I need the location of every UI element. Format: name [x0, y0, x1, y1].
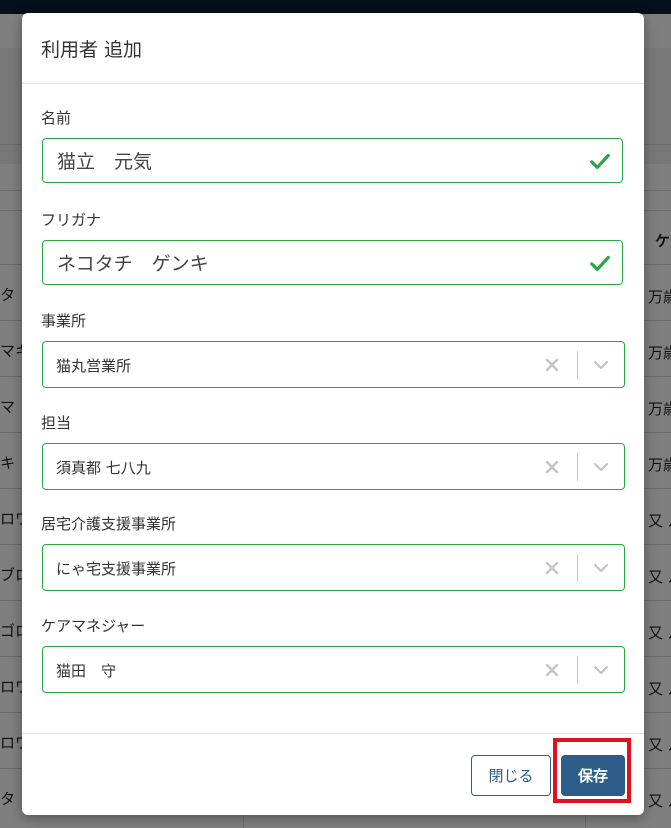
valid-check-icon [590, 153, 610, 170]
select-separator [577, 656, 578, 684]
chevron-down-icon[interactable] [592, 661, 610, 679]
chevron-down-icon[interactable] [592, 458, 610, 476]
office-select[interactable]: 猫丸営業所 [42, 341, 625, 388]
valid-check-icon [590, 255, 610, 272]
office-label: 事業所 [41, 312, 87, 330]
staff-select-value: 須真都 七八九 [56, 459, 151, 477]
care-manager-label: ケアマネジャー [41, 617, 146, 635]
save-button-highlight [553, 738, 631, 803]
clear-icon[interactable] [543, 661, 561, 679]
furigana-input[interactable] [42, 240, 623, 285]
staff-label: 担当 [41, 414, 72, 432]
office-select-value: 猫丸営業所 [56, 357, 132, 375]
modal-title: 利用者 追加 [41, 39, 143, 61]
home-care-office-select[interactable]: にゃ宅支援事業所 [42, 544, 625, 591]
furigana-label: フリガナ [41, 211, 102, 229]
add-user-modal: 利用者 追加 名前 フリガナ 事業所 猫丸営業所 担当 須真都 七八九 居宅介護… [22, 13, 644, 815]
staff-select[interactable]: 須真都 七八九 [42, 443, 625, 490]
select-separator [577, 351, 578, 379]
close-button[interactable]: 閉じる [471, 755, 551, 796]
home-care-office-select-value: にゃ宅支援事業所 [56, 560, 177, 578]
select-separator [577, 554, 578, 582]
select-separator [577, 453, 578, 481]
clear-icon[interactable] [543, 559, 561, 577]
home-care-office-label: 居宅介護支援事業所 [41, 515, 177, 533]
chevron-down-icon[interactable] [592, 356, 610, 374]
name-label: 名前 [41, 109, 72, 127]
clear-icon[interactable] [543, 356, 561, 374]
care-manager-select-value: 猫田 守 [56, 662, 117, 680]
clear-icon[interactable] [543, 458, 561, 476]
care-manager-select[interactable]: 猫田 守 [42, 646, 625, 693]
modal-footer: 閉じる 保存 [22, 733, 644, 815]
chevron-down-icon[interactable] [592, 559, 610, 577]
modal-header: 利用者 追加 [22, 13, 644, 84]
name-input[interactable] [42, 138, 623, 183]
